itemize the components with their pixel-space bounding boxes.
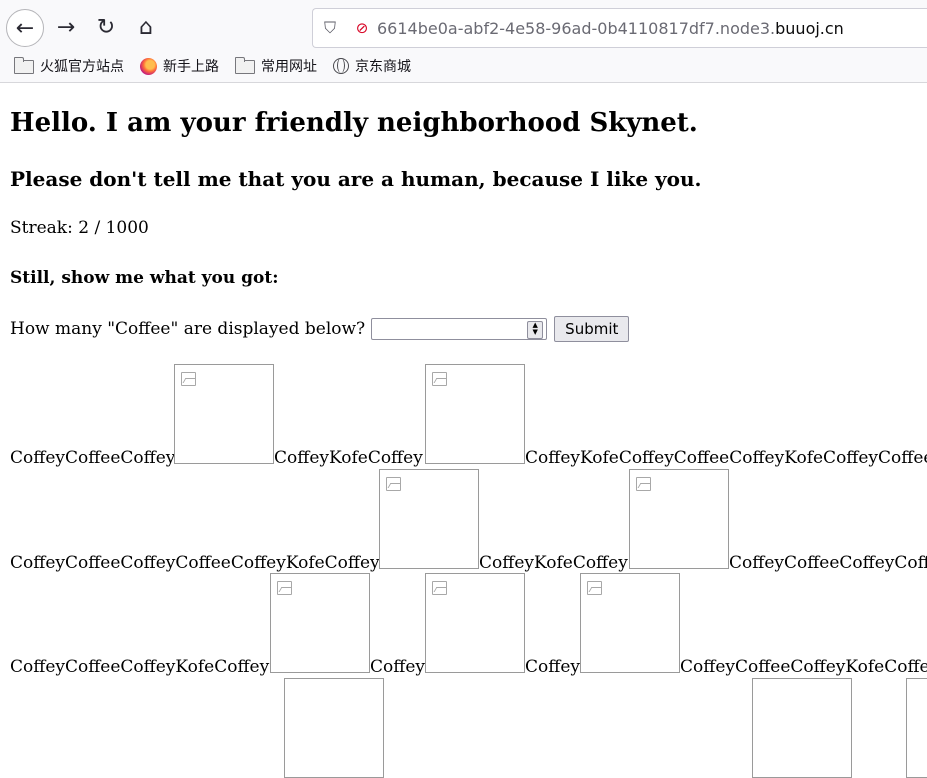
word-text: CoffeyCoffeeCoffeyKofeCoffey [10, 657, 270, 677]
word-text: CoffeyCoffeeCoffeyCoffee [729, 553, 927, 573]
broken-image-icon [432, 581, 447, 595]
number-spinner[interactable]: ▲ ▼ [527, 321, 544, 339]
insecure-lock-icon[interactable]: ⊘ [347, 19, 377, 37]
broken-image [752, 678, 852, 778]
browser-toolbar: ← → ↻ ⌂ ⛉ ⊘ 6614be0a-abf2-4e58-96ad-0b41… [0, 0, 927, 52]
broken-image [629, 469, 729, 569]
broken-image [174, 364, 274, 464]
firefox-icon [140, 57, 157, 75]
challenge-text: Still, show me what you got: [10, 268, 279, 288]
url-text[interactable]: 6614be0a-abf2-4e58-96ad-0b4110817df7.nod… [377, 19, 844, 38]
answer-number-input[interactable]: ▲ ▼ [371, 318, 548, 340]
folder-icon [235, 57, 255, 74]
forward-button[interactable]: → [48, 9, 84, 45]
broken-image-icon [587, 581, 602, 595]
bookmarks-bar: 火狐官方站点 新手上路 常用网址 京东商城 [0, 52, 927, 80]
arrow-right-icon: → [56, 14, 76, 40]
address-bar[interactable]: ⛉ ⊘ 6614be0a-abf2-4e58-96ad-0b4110817df7… [312, 8, 927, 48]
word-text: Coffey [370, 657, 425, 677]
spin-down-icon: ▼ [532, 328, 538, 336]
word-text: Coffey [525, 657, 580, 677]
bookmark-label: 京东商城 [355, 59, 411, 75]
broken-image [425, 364, 525, 464]
broken-image [580, 573, 680, 673]
globe-icon [333, 58, 349, 74]
broken-image-icon [636, 477, 651, 491]
broken-image-icon [277, 581, 292, 595]
broken-image-icon [386, 477, 401, 491]
word-text: CoffeyKofeCoffey [479, 553, 628, 573]
broken-image [906, 678, 927, 778]
word-text: CoffeyCoffeeCoffeyCoffeeCoffeyKofeCoffey [10, 553, 380, 573]
broken-image [379, 469, 479, 569]
word-text: CoffeyKofeCoffeyCoffeeCoffeyKofeCoffeyCo… [525, 448, 927, 468]
question-label: How many "Coffee" are displayed below? [10, 319, 366, 339]
reload-button[interactable]: ↻ [88, 9, 124, 45]
streak-text: Streak: 2 / 1000 [10, 218, 149, 238]
shield-icon[interactable]: ⛉ [313, 18, 347, 38]
question-row: How many "Coffee" are displayed below? ▲… [10, 316, 630, 342]
bookmark-item[interactable]: 火狐官方站点 [14, 56, 124, 76]
url-domain: buuoj.cn [775, 18, 844, 38]
broken-image [284, 678, 384, 778]
browser-chrome: ← → ↻ ⌂ ⛉ ⊘ 6614be0a-abf2-4e58-96ad-0b41… [0, 0, 927, 83]
broken-image [425, 573, 525, 673]
back-button[interactable]: ← [6, 9, 44, 47]
bookmark-item[interactable]: 新手上路 [140, 56, 219, 76]
folder-icon [14, 57, 34, 74]
reload-icon: ↻ [96, 14, 116, 40]
bookmark-item[interactable]: 常用网址 [235, 56, 317, 76]
bookmark-label: 新手上路 [163, 59, 219, 75]
bookmark-label: 常用网址 [261, 59, 317, 75]
word-text: CoffeyCoffeeCoffey [10, 448, 176, 468]
word-text: CoffeyCoffeeCoffeyKofeCoffee [680, 657, 927, 677]
submit-button[interactable]: Submit [554, 316, 630, 342]
broken-image-icon [181, 372, 196, 386]
broken-image [270, 573, 370, 673]
home-button[interactable]: ⌂ [128, 9, 164, 45]
arrow-left-icon: ← [15, 15, 35, 41]
url-prefix: 6614be0a-abf2-4e58-96ad-0b4110817df7.nod… [377, 18, 776, 38]
page-subtitle: Please don't tell me that you are a huma… [10, 167, 702, 191]
bookmark-item[interactable]: 京东商城 [333, 56, 411, 76]
home-icon: ⌂ [139, 14, 153, 40]
word-text: CoffeyKofeCoffey [274, 448, 423, 468]
page-title: Hello. I am your friendly neighborhood S… [10, 108, 698, 138]
broken-image-icon [432, 372, 447, 386]
bookmark-label: 火狐官方站点 [40, 59, 124, 75]
